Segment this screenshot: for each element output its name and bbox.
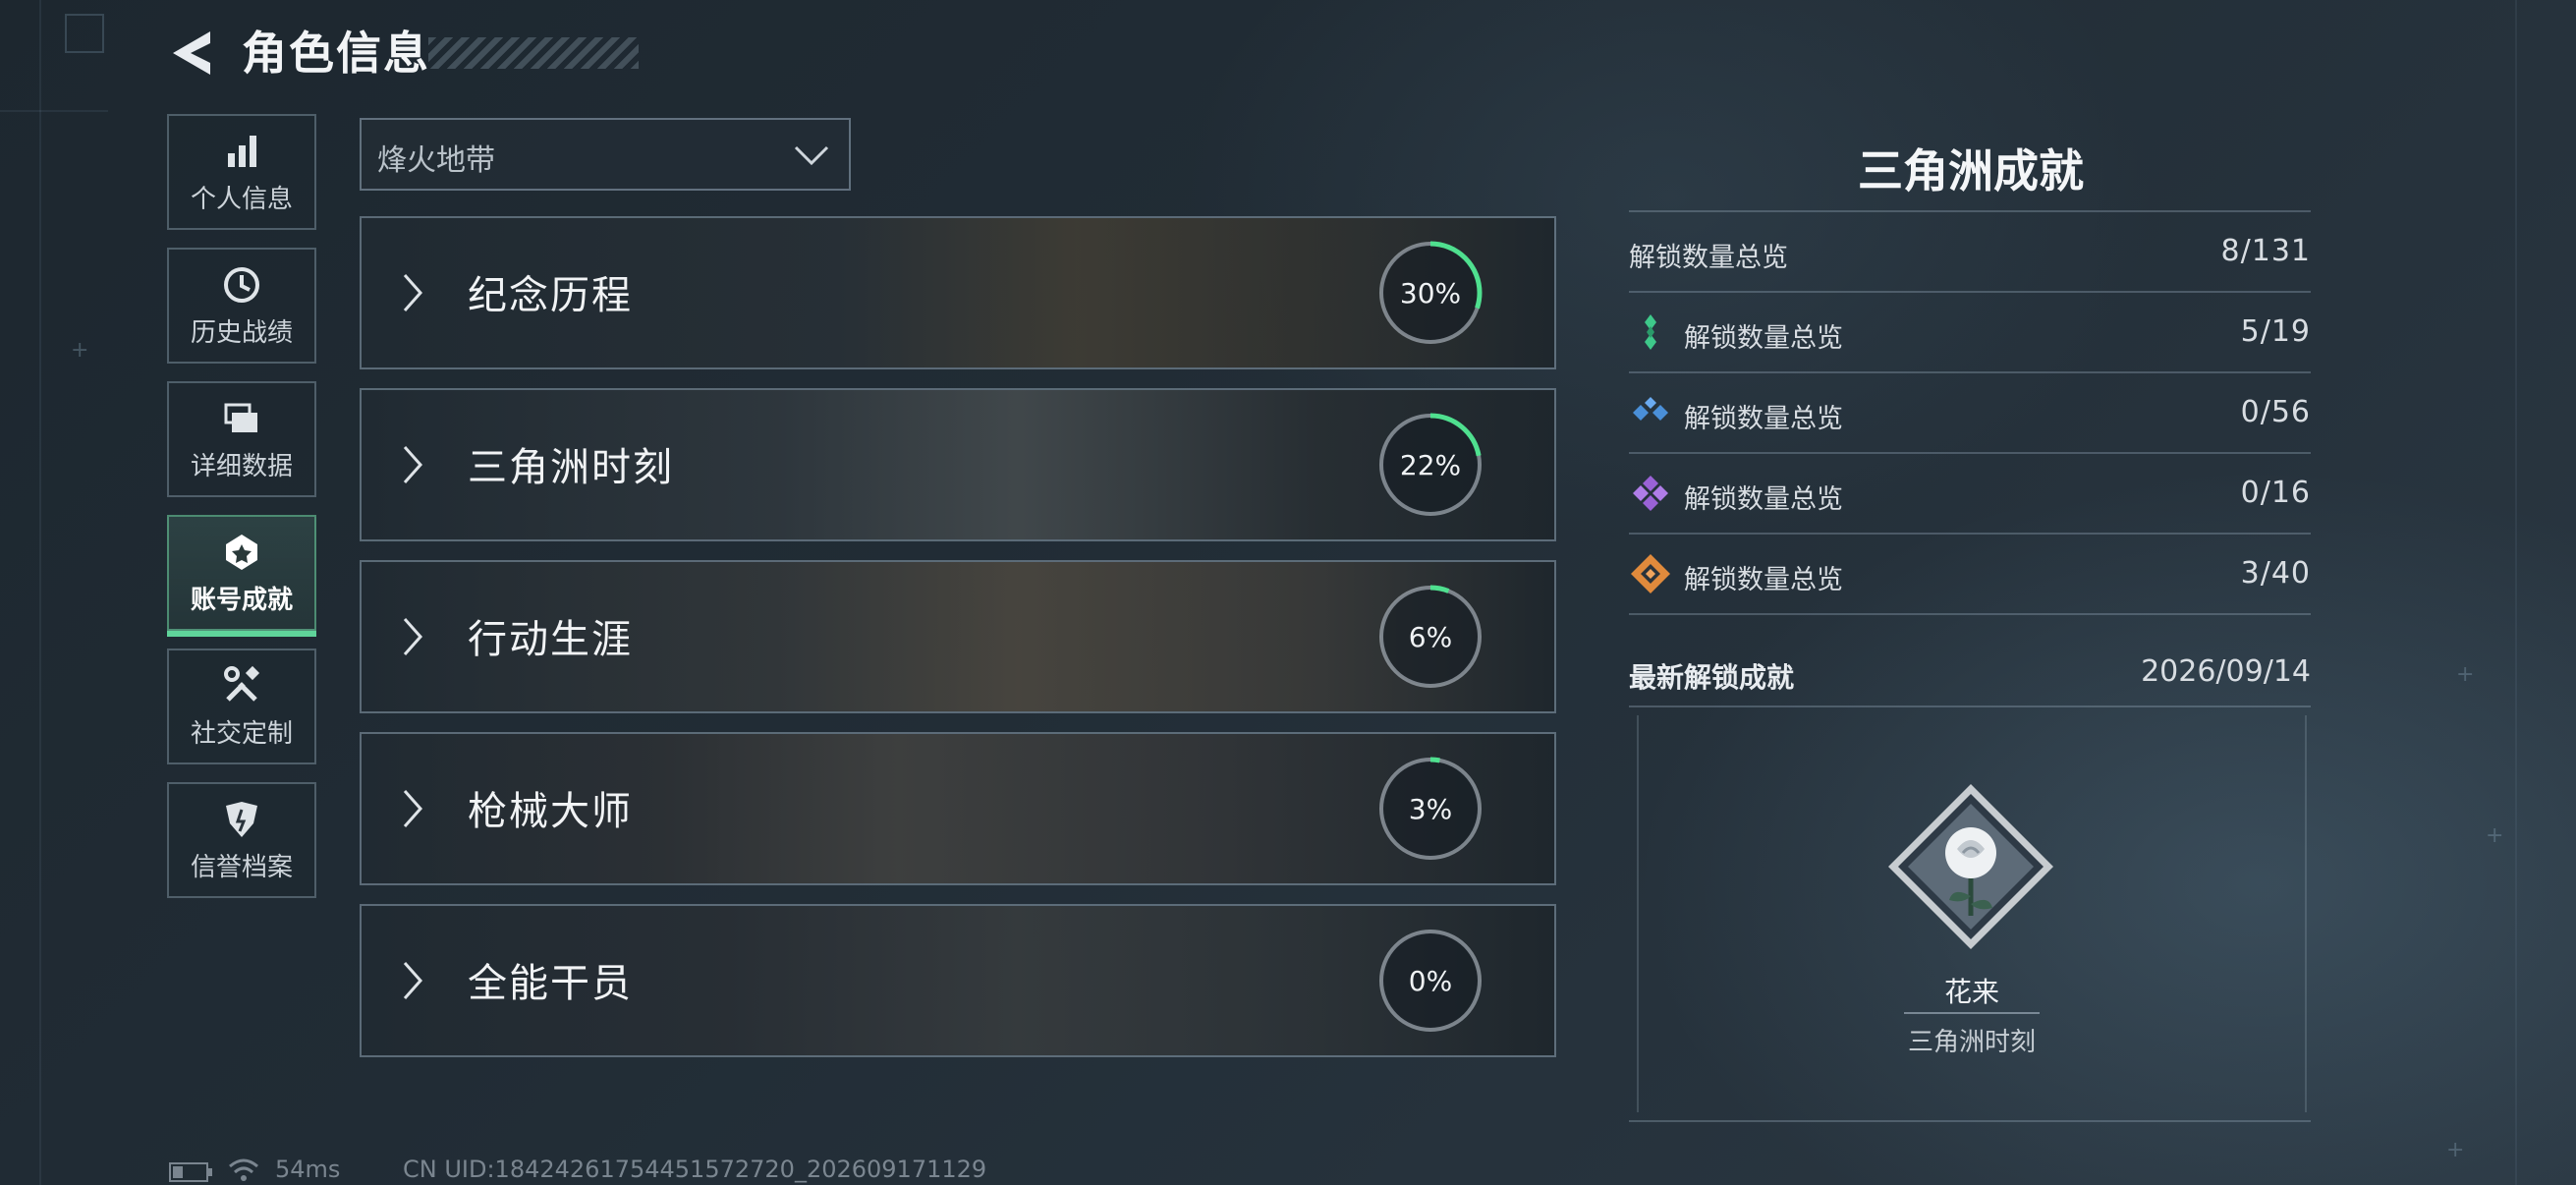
summary-title: 三角洲成就 [1858, 144, 2084, 198]
chevron-down-icon [794, 145, 829, 166]
category-card-all-round-operator[interactable]: 全能干员 0% [360, 904, 1556, 1057]
rose-badge-icon [1888, 784, 2053, 949]
sidebar-item-social[interactable]: 社交定制 [167, 649, 316, 764]
green-gem-icon [1645, 314, 1656, 350]
category-name: 枪械大师 [468, 789, 633, 834]
back-button[interactable] [165, 26, 220, 81]
progress-label: 3% [1409, 793, 1452, 825]
sidebar-item-label: 信誉档案 [190, 853, 293, 882]
divider [1629, 705, 2311, 707]
sidebar-item-personal-info[interactable]: 个人信息 [167, 114, 316, 230]
latest-achievement-label: 最新解锁成就 [1629, 661, 1795, 694]
clock-history-icon [224, 267, 259, 303]
progress-ring: 30% [1378, 241, 1483, 345]
latest-achievement-date: 2026/09/14 [2141, 654, 2311, 689]
progress-ring: 22% [1378, 413, 1483, 517]
summary-tier-row: 解锁数量总览 0/56 [1629, 373, 2311, 452]
category-name: 三角洲时刻 [468, 445, 674, 490]
summary-tier-label: 解锁数量总览 [1684, 565, 1843, 595]
chevron-right-icon [403, 962, 423, 999]
summary-tier-label: 解锁数量总览 [1684, 404, 1843, 434]
divider [1629, 1120, 2311, 1122]
wifi-icon [229, 1158, 258, 1181]
uid-readout: CN UID:1842426175445157272​0_20260917112… [403, 1156, 987, 1183]
sidebar-item-detailed-data[interactable]: 详细数据 [167, 381, 316, 497]
summary-tier-value: 0/56 [2240, 395, 2311, 429]
title-stripes-deco [428, 37, 639, 69]
blue-gem-icon [1633, 397, 1668, 421]
grid-line [39, 0, 41, 1185]
summary-total-value: 8/131 [2220, 234, 2311, 268]
summary-tier-row: 解锁数量总览 3/40 [1629, 535, 2311, 613]
grid-line [2515, 0, 2517, 1185]
progress-label: 22% [1400, 449, 1461, 481]
progress-label: 6% [1409, 621, 1452, 653]
orange-gem-icon [1631, 554, 1670, 593]
crosshair-deco: + [2456, 662, 2475, 687]
chevron-right-icon [403, 274, 423, 311]
summary-tier-value: 0/16 [2240, 476, 2311, 510]
sidebar-item-label: 社交定制 [190, 719, 293, 749]
divider [1629, 613, 2311, 615]
grid-line [0, 110, 108, 112]
back-arrow-icon [173, 31, 210, 75]
crosshair-deco: + [2486, 823, 2504, 848]
category-name: 行动生涯 [468, 617, 633, 662]
progress-label: 30% [1400, 277, 1461, 310]
category-card-delta-moments[interactable]: 三角洲时刻 22% [360, 388, 1556, 541]
progress-ring: 3% [1378, 757, 1483, 861]
progress-ring: 6% [1378, 585, 1483, 689]
wrench-tools-icon [224, 665, 260, 702]
chevron-right-icon [403, 446, 423, 483]
sidebar-item-label: 账号成就 [190, 586, 293, 615]
sidebar-item-label: 个人信息 [190, 185, 293, 214]
latest-achievement-name: 花来 [1943, 976, 1999, 1008]
shield-emblem-icon [226, 802, 257, 837]
category-name: 纪念历程 [468, 273, 633, 318]
sidebar-item-label: 详细数据 [190, 452, 293, 481]
divider [1904, 1012, 2040, 1014]
bar-chart-icon [228, 136, 256, 167]
summary-total-row: 解锁数量总览 8/131 [1629, 212, 2311, 291]
summary-tier-label: 解锁数量总览 [1684, 484, 1843, 515]
crosshair-deco: + [2446, 1138, 2465, 1162]
progress-label: 0% [1409, 965, 1452, 997]
summary-tier-label: 解锁数量总览 [1684, 323, 1843, 354]
ping-readout: 54ms [275, 1156, 341, 1183]
sidebar-item-match-history[interactable]: 历史战绩 [167, 248, 316, 364]
chevron-right-icon [403, 790, 423, 827]
mode-select-value: 烽火地带 [377, 143, 495, 178]
latest-achievement-showcase[interactable]: 花来 三角洲时刻 [1637, 715, 2307, 1112]
category-card-weapon-master[interactable]: 枪械大师 3% [360, 732, 1556, 885]
summary-tier-value: 3/40 [2240, 556, 2311, 591]
summary-tier-value: 5/19 [2240, 314, 2311, 349]
battery-icon [169, 1162, 212, 1182]
purple-gem-icon [1633, 476, 1668, 511]
summary-tier-row: 解锁数量总览 5/19 [1629, 293, 2311, 371]
sidebar-item-achievements[interactable]: 账号成就 [167, 515, 316, 637]
mode-select-dropdown[interactable]: 烽火地带 [360, 118, 851, 191]
latest-achievement-category: 三角洲时刻 [1907, 1028, 2036, 1057]
category-card-career[interactable]: 行动生涯 6% [360, 560, 1556, 713]
category-card-memorial[interactable]: 纪念历程 30% [360, 216, 1556, 369]
crosshair-deco: + [71, 338, 89, 363]
stacked-cards-icon [224, 403, 257, 432]
achievement-badge-icon [226, 535, 257, 570]
summary-total-label: 解锁数量总览 [1629, 243, 1788, 273]
sidebar-item-credit-record[interactable]: 信誉档案 [167, 782, 316, 898]
summary-tier-row: 解锁数量总览 0/16 [1629, 454, 2311, 533]
page-title: 角色信息 [242, 27, 430, 80]
category-name: 全能干员 [468, 961, 633, 1006]
progress-ring: 0% [1379, 930, 1482, 1032]
corner-deco [65, 14, 104, 53]
sidebar-item-label: 历史战绩 [190, 318, 293, 348]
chevron-right-icon [403, 618, 423, 655]
